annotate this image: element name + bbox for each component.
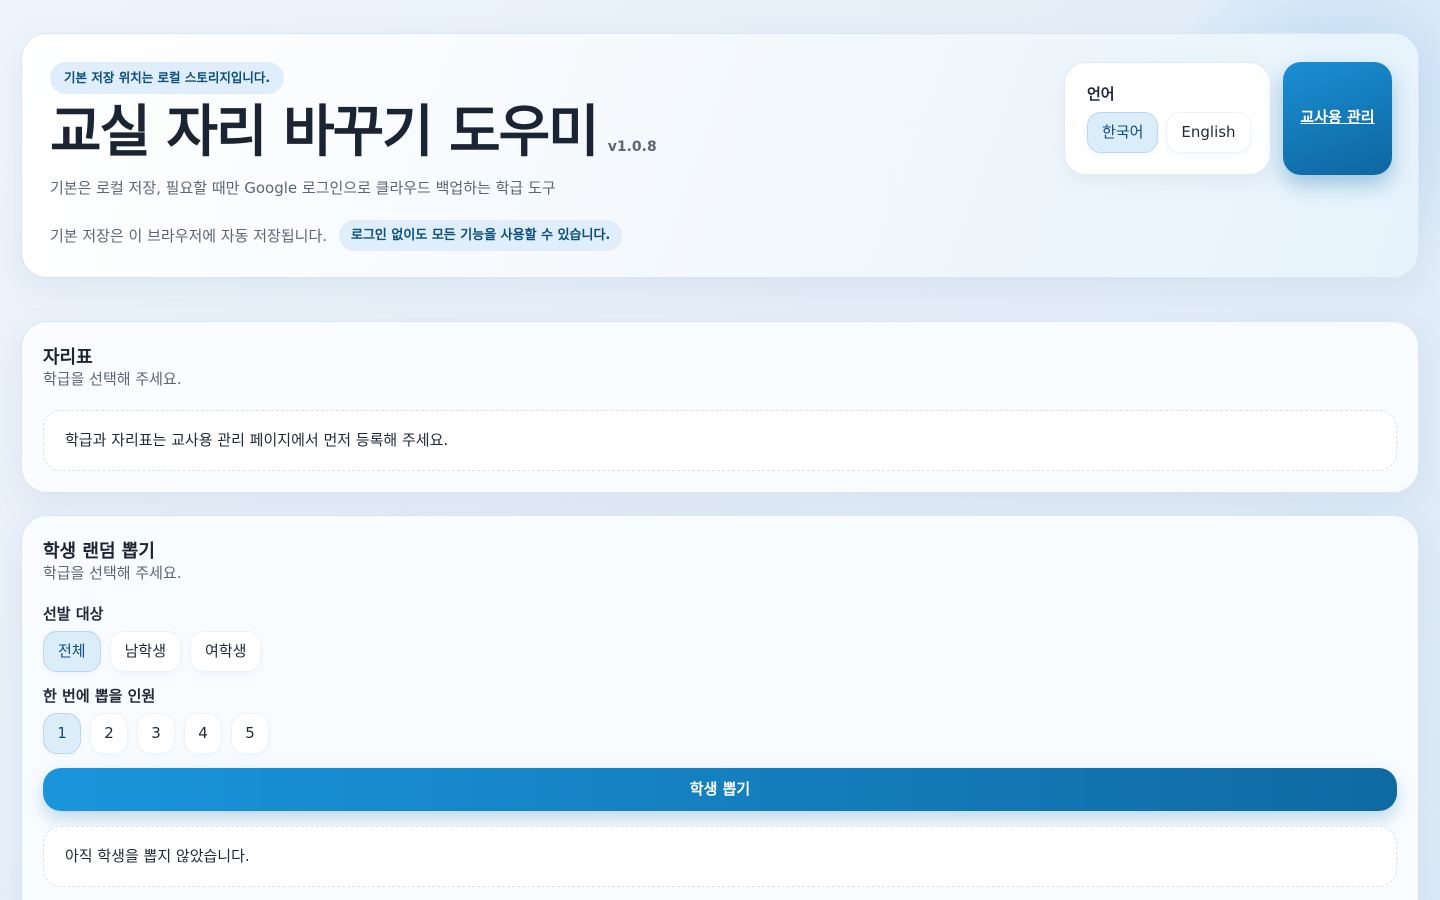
teacher-admin-button[interactable]: 교사용 관리 — [1283, 62, 1392, 175]
random-draw-card: 학생 랜덤 뽑기 학급을 선택해 주세요. 선발 대상 전체 남학생 여학생 한… — [21, 515, 1419, 900]
count-option-2[interactable]: 2 — [90, 713, 128, 754]
count-option-3[interactable]: 3 — [137, 713, 175, 754]
seat-chart-notice: 학급과 자리표는 교사용 관리 페이지에서 먼저 등록해 주세요. — [43, 410, 1397, 471]
seat-chart-card: 자리표 학급을 선택해 주세요. 학급과 자리표는 교사용 관리 페이지에서 먼… — [21, 321, 1419, 493]
target-option-all[interactable]: 전체 — [43, 631, 101, 672]
version-label: v1.0.8 — [607, 139, 657, 155]
count-option-4[interactable]: 4 — [184, 713, 222, 754]
page-subtitle: 기본은 로컬 저장, 필요할 때만 Google 로그인으로 클라우드 백업하는… — [50, 179, 556, 197]
target-label: 선발 대상 — [43, 605, 104, 623]
random-draw-subtitle: 학급을 선택해 주세요. — [43, 564, 182, 582]
count-options: 1 2 3 4 5 — [43, 713, 269, 754]
save-info-row: 기본 저장은 이 브라우저에 자동 저장됩니다. 로그인 없이도 모든 기능을 … — [50, 220, 623, 251]
draw-result-notice: 아직 학생을 뽑지 않았습니다. — [43, 826, 1397, 887]
storage-badge: 기본 저장 위치는 로컬 스토리지입니다. — [50, 62, 285, 94]
save-info-text: 기본 저장은 이 브라우저에 자동 저장됩니다. — [50, 227, 328, 245]
header-card: 기본 저장 위치는 로컬 스토리지입니다. 교실 자리 바꾸기 도우미 v1.0… — [21, 33, 1419, 278]
language-option-english[interactable]: English — [1166, 112, 1251, 153]
language-label: 언어 — [1087, 85, 1115, 103]
target-options: 전체 남학생 여학생 — [43, 631, 262, 672]
title-row: 교실 자리 바꾸기 도우미 v1.0.8 — [50, 98, 657, 168]
page-title: 교실 자리 바꾸기 도우미 — [50, 100, 600, 165]
teacher-admin-label: 교사용 관리 — [1300, 108, 1375, 126]
count-option-1[interactable]: 1 — [43, 713, 81, 754]
language-selector: 언어 한국어 English — [1064, 62, 1271, 175]
count-option-5[interactable]: 5 — [231, 713, 269, 754]
seat-chart-subtitle: 학급을 선택해 주세요. — [43, 370, 182, 388]
seat-chart-title: 자리표 — [43, 347, 93, 368]
count-label: 한 번에 뽑을 인원 — [43, 687, 156, 705]
target-option-boys[interactable]: 남학생 — [109, 631, 182, 672]
random-draw-title: 학생 랜덤 뽑기 — [43, 541, 155, 562]
draw-student-button[interactable]: 학생 뽑기 — [43, 768, 1397, 811]
language-options: 한국어 English — [1087, 112, 1251, 153]
language-option-korean[interactable]: 한국어 — [1087, 112, 1159, 153]
login-optional-badge: 로그인 없이도 모든 기능을 사용할 수 있습니다. — [339, 220, 623, 251]
target-option-girls[interactable]: 여학생 — [190, 631, 262, 672]
